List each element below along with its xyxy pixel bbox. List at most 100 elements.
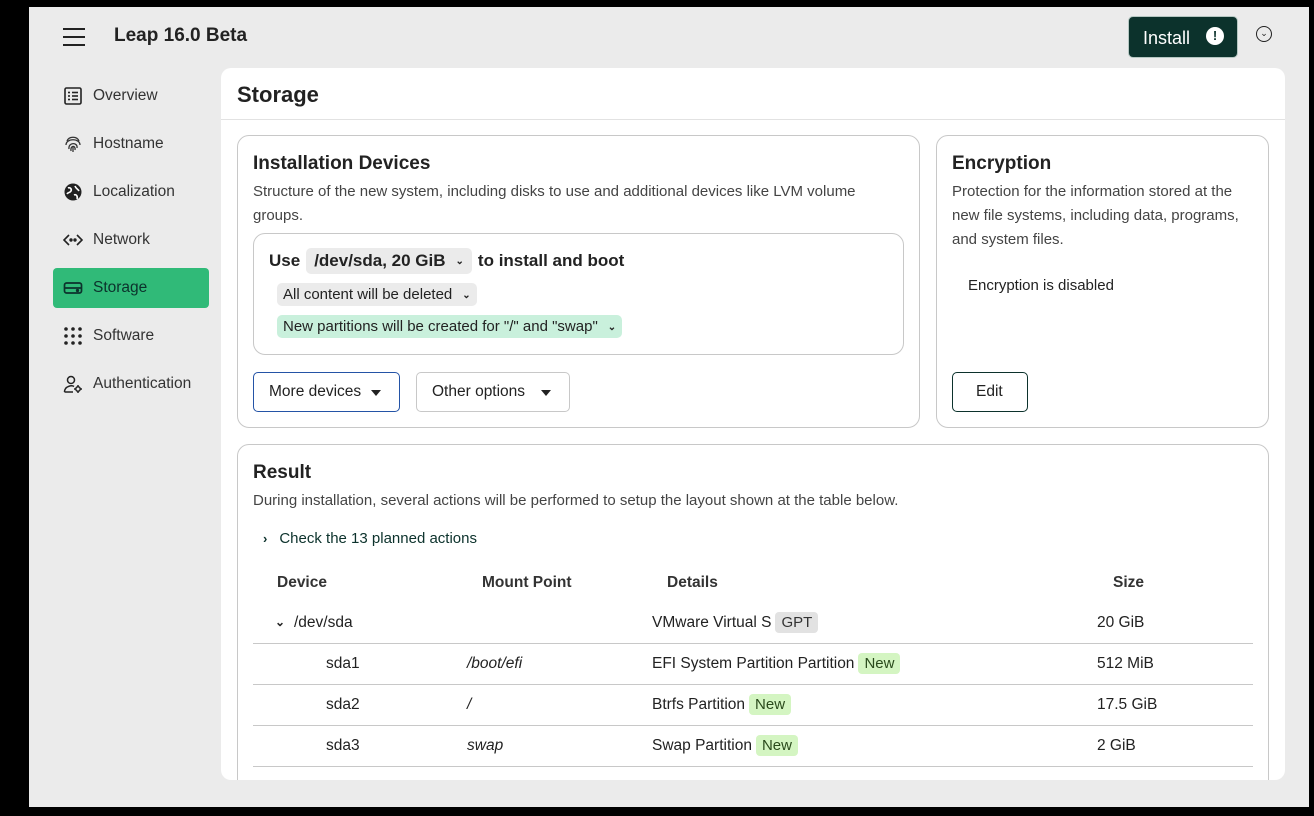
column-header-details: Details: [667, 574, 718, 591]
size-cell: 20 GiB: [1097, 614, 1145, 631]
content-policy-selector[interactable]: All content will be deleted ⌄: [277, 283, 477, 306]
page-title: Storage: [237, 82, 319, 107]
partitions-policy-selector[interactable]: New partitions will be created for "/" a…: [277, 315, 623, 338]
device-cell: sda2: [326, 696, 360, 713]
card-description: Protection for the information stored at…: [952, 180, 1239, 252]
partitions-policy-label: New partitions will be created for "/" a…: [283, 318, 598, 335]
hard-drive-icon: [63, 282, 83, 294]
description-line: Structure of the new system, including d…: [253, 183, 856, 200]
warning-icon: !: [1206, 27, 1224, 45]
sidebar-item-software[interactable]: Software: [53, 316, 209, 356]
encryption-card: Encryption Protection for the informatio…: [936, 135, 1269, 428]
card-title: Encryption: [952, 153, 1052, 174]
sidebar-item-localization[interactable]: Localization: [53, 172, 209, 212]
use-prefix: Use: [269, 251, 301, 270]
globe-icon: [64, 183, 82, 201]
button-label: More devices: [269, 383, 362, 400]
list-icon: [64, 87, 82, 105]
table-row: sda3 swap Swap Partition New 2 GiB: [253, 726, 1253, 767]
sidebar-item-label: Storage: [93, 279, 148, 296]
details-cell: Btrfs Partition New: [652, 693, 792, 715]
details-cell: Swap Partition New: [652, 734, 798, 756]
sidebar-item-overview[interactable]: Overview: [53, 76, 209, 116]
top-bar: Leap 16.0 Beta Install ! ⌄: [29, 7, 1309, 67]
column-header-device: Device: [277, 574, 327, 591]
sidebar-item-label: Hostname: [93, 135, 164, 152]
details-text: EFI System Partition Partition: [652, 655, 855, 672]
planned-actions-label: Check the 13 planned actions: [279, 530, 477, 547]
size-cell: 2 GiB: [1097, 737, 1136, 754]
sidebar-item-label: Authentication: [93, 375, 192, 392]
fingerprint-icon: [65, 136, 81, 152]
apps-grid-icon: [64, 327, 82, 345]
size-cell: 512 MiB: [1097, 655, 1154, 672]
new-badge: New: [755, 735, 798, 756]
device-selector-label: /dev/sda, 20 GiB: [314, 251, 446, 270]
description-line: new file systems, including data, progra…: [952, 207, 1239, 224]
sidebar-item-storage[interactable]: Storage: [53, 268, 209, 308]
installer-window: Leap 16.0 Beta Install ! ⌄ Overview Host…: [29, 7, 1309, 807]
table-row: sda1 /boot/efi EFI System Partition Part…: [253, 644, 1253, 685]
gpt-badge: GPT: [775, 612, 819, 633]
card-description: Structure of the new system, including d…: [253, 180, 856, 228]
device-selector[interactable]: /dev/sda, 20 GiB ⌄: [306, 248, 472, 274]
sidebar: Overview Hostname Localization Network S…: [53, 76, 209, 412]
chevron-down-icon: ⌄: [455, 256, 464, 268]
hamburger-menu-icon[interactable]: [63, 27, 87, 47]
sidebar-item-label: Overview: [93, 87, 158, 104]
sidebar-item-label: Network: [93, 231, 150, 248]
caret-down-icon: [371, 390, 381, 396]
chevron-down-icon[interactable]: ⌄: [275, 615, 285, 629]
mount-cell: /boot/efi: [467, 655, 523, 672]
sidebar-item-label: Localization: [93, 183, 175, 200]
use-suffix: to install and boot: [477, 251, 625, 270]
code-arrows-icon: [63, 234, 83, 246]
size-cell: 17.5 GiB: [1097, 696, 1158, 713]
install-button-label: Install: [1143, 28, 1191, 48]
card-title: Result: [253, 462, 312, 483]
details-cell: VMware Virtual S GPT: [652, 611, 819, 633]
new-badge: New: [749, 694, 792, 715]
encryption-status: Encryption is disabled: [968, 277, 1114, 294]
details-text: VMware Virtual S: [652, 614, 772, 631]
button-label: Edit: [976, 383, 1003, 400]
card-description: During installation, several actions wil…: [253, 492, 899, 509]
main-content: Storage Installation Devices Structure o…: [221, 68, 1285, 780]
sidebar-item-label: Software: [93, 327, 155, 344]
planned-actions-toggle[interactable]: › Check the 13 planned actions: [263, 530, 477, 547]
description-line: Protection for the information stored at…: [952, 183, 1233, 200]
caret-down-icon: [541, 390, 551, 396]
column-header-mount-point: Mount Point: [482, 574, 572, 591]
table-row: sda2 / Btrfs Partition New 17.5 GiB: [253, 685, 1253, 726]
device-cell: sda3: [326, 737, 360, 754]
chevron-right-icon: ›: [263, 531, 268, 546]
target-device-box: Use /dev/sda, 20 GiB ⌄ to install and boo…: [253, 233, 904, 355]
installation-devices-card: Installation Devices Structure of the ne…: [237, 135, 920, 428]
result-card: Result During installation, several acti…: [237, 444, 1269, 780]
details-text: Swap Partition: [652, 737, 752, 754]
user-gear-icon: [63, 375, 82, 393]
column-header-size: Size: [1113, 574, 1145, 591]
other-options-button[interactable]: Other options: [416, 372, 570, 412]
app-title: Leap 16.0 Beta: [114, 25, 248, 46]
device-cell: sda1: [326, 655, 360, 672]
sidebar-item-network[interactable]: Network: [53, 220, 209, 260]
chevron-down-icon: ⌄: [462, 289, 471, 301]
card-title: Installation Devices: [253, 153, 431, 174]
button-label: Other options: [432, 383, 526, 400]
details-cell: EFI System Partition Partition New: [652, 652, 901, 674]
install-button[interactable]: Install !: [1128, 16, 1238, 58]
description-line: groups.: [253, 207, 304, 224]
mount-cell: /: [467, 696, 472, 713]
edit-encryption-button[interactable]: Edit: [952, 372, 1028, 412]
device-cell: /dev/sda: [294, 614, 353, 631]
sidebar-item-hostname[interactable]: Hostname: [53, 124, 209, 164]
content-policy-label: All content will be deleted: [283, 286, 453, 303]
options-dropdown-icon[interactable]: ⌄: [1256, 26, 1272, 42]
description-line: and system files.: [952, 231, 1064, 248]
chevron-down-icon: ⌄: [607, 321, 617, 333]
new-badge: New: [858, 653, 901, 674]
more-devices-button[interactable]: More devices: [253, 372, 400, 412]
mount-cell: swap: [467, 737, 504, 754]
sidebar-item-authentication[interactable]: Authentication: [53, 364, 209, 404]
